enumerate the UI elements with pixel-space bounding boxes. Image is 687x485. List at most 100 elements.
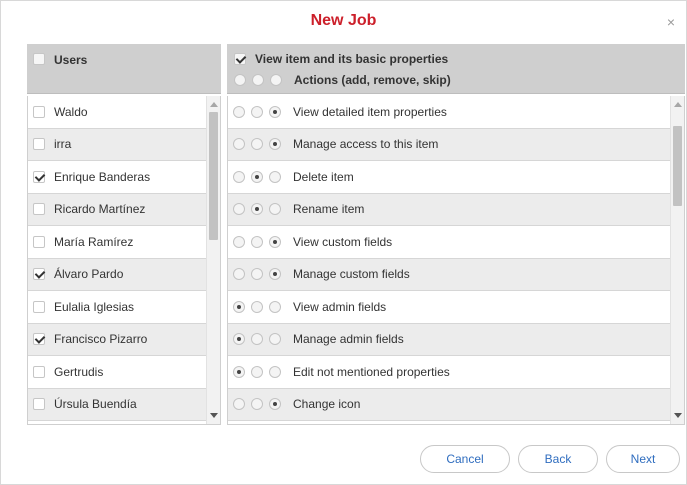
permission-label: Edit not mentioned properties [293, 364, 450, 379]
permission-radio-remove[interactable] [251, 138, 263, 151]
permission-row: View admin fields [228, 291, 684, 324]
scroll-up-icon[interactable] [210, 102, 218, 107]
permission-radio-group [233, 365, 287, 378]
permission-row: Manage access to this item [228, 128, 684, 161]
permission-label: Rename item [293, 202, 365, 217]
permission-row: View detailed item properties [228, 96, 684, 129]
user-checkbox[interactable] [33, 105, 45, 118]
scroll-down-icon[interactable] [210, 413, 218, 418]
permission-radio-skip[interactable] [269, 398, 281, 411]
permission-label: Manage admin fields [293, 332, 404, 347]
user-row[interactable]: Eulalia Iglesias [28, 291, 220, 324]
actions-radio-add[interactable] [234, 74, 246, 86]
permission-radio-skip[interactable] [269, 268, 281, 281]
permission-label: View custom fields [293, 234, 393, 249]
permission-radio-skip[interactable] [269, 365, 281, 378]
permission-radio-group [233, 105, 287, 118]
user-row[interactable]: Úrsula Buendía [28, 388, 220, 421]
user-row[interactable]: María Ramírez [28, 226, 220, 259]
permissions-scrollbar[interactable] [670, 96, 684, 424]
permission-radio-skip[interactable] [269, 300, 281, 313]
user-row[interactable]: Francisco Pizarro [28, 323, 220, 356]
permission-radio-add[interactable] [233, 365, 245, 378]
user-checkbox[interactable] [33, 203, 45, 216]
permission-radio-remove[interactable] [251, 170, 263, 183]
user-row[interactable]: irra [28, 128, 220, 161]
actions-radio-remove[interactable] [252, 74, 264, 86]
permission-row: Rename item [228, 193, 684, 226]
user-checkbox[interactable] [33, 300, 45, 313]
permission-radio-add[interactable] [233, 170, 245, 183]
permission-label: Manage access to this item [293, 137, 439, 152]
permission-radio-group [233, 333, 287, 346]
permission-radio-remove[interactable] [251, 365, 263, 378]
permission-radio-remove[interactable] [251, 333, 263, 346]
user-name: Ricardo Martínez [54, 202, 146, 217]
users-header-label: Users [54, 53, 88, 67]
permission-label: Change icon [293, 397, 361, 412]
user-row[interactable]: Gertrudis [28, 356, 220, 389]
users-scrollbar-thumb[interactable] [209, 112, 218, 240]
permission-radio-add[interactable] [233, 235, 245, 248]
user-name: Gertrudis [54, 364, 104, 379]
permission-radio-skip[interactable] [269, 170, 281, 183]
user-checkbox[interactable] [33, 398, 45, 411]
next-button[interactable]: Next [606, 445, 680, 473]
users-scrollbar[interactable] [206, 96, 220, 424]
permission-row: Manage custom fields [228, 258, 684, 291]
permission-radio-remove[interactable] [251, 300, 263, 313]
permissions-list: View detailed item properties Manage acce… [227, 96, 685, 425]
permission-radio-remove[interactable] [251, 398, 263, 411]
user-row[interactable]: Enrique Banderas [28, 161, 220, 194]
dialog-title: New Job [310, 12, 377, 29]
user-checkbox[interactable] [33, 235, 45, 248]
permission-radio-group [233, 138, 287, 151]
permission-row: Manage admin fields [228, 323, 684, 356]
user-name: Úrsula Buendía [54, 397, 137, 412]
user-checkbox[interactable] [33, 268, 45, 281]
user-row[interactable]: Álvaro Pardo [28, 258, 220, 291]
user-name: María Ramírez [54, 234, 134, 249]
permission-label: View admin fields [293, 299, 387, 314]
back-button[interactable]: Back [518, 445, 598, 473]
permission-radio-add[interactable] [233, 203, 245, 216]
new-job-dialog: New Job × Users Waldo irra Enrique Bandera… [0, 0, 687, 485]
permission-radio-remove[interactable] [251, 268, 263, 281]
permission-row: Edit not mentioned properties [228, 356, 684, 389]
cancel-button[interactable]: Cancel [420, 445, 510, 473]
actions-radio-group [234, 74, 288, 86]
permission-radio-skip[interactable] [269, 203, 281, 216]
permission-radio-group [233, 235, 287, 248]
permission-label: Manage custom fields [293, 267, 410, 282]
permission-radio-remove[interactable] [251, 235, 263, 248]
scroll-down-icon[interactable] [674, 413, 682, 418]
user-checkbox[interactable] [33, 365, 45, 378]
users-select-all-checkbox[interactable] [33, 53, 45, 65]
permission-radio-add[interactable] [233, 333, 245, 346]
permission-radio-add[interactable] [233, 300, 245, 313]
user-row[interactable]: Ricardo Martínez [28, 193, 220, 226]
user-checkbox[interactable] [33, 333, 45, 346]
permission-radio-skip[interactable] [269, 333, 281, 346]
permission-radio-skip[interactable] [269, 235, 281, 248]
permission-radio-skip[interactable] [269, 138, 281, 151]
permissions-scrollbar-thumb[interactable] [673, 126, 682, 206]
user-row[interactable]: Waldo [28, 96, 220, 129]
close-icon[interactable]: × [664, 15, 678, 29]
user-name: Francisco Pizarro [54, 332, 148, 347]
permissions-panel: View item and its basic properties Actio… [227, 44, 685, 425]
user-checkbox[interactable] [33, 170, 45, 183]
view-item-checkbox[interactable] [234, 53, 246, 65]
actions-radio-skip[interactable] [270, 74, 282, 86]
permission-radio-group [233, 268, 287, 281]
permission-radio-group [233, 203, 287, 216]
permission-radio-add[interactable] [233, 398, 245, 411]
scroll-up-icon[interactable] [674, 102, 682, 107]
permission-radio-skip[interactable] [269, 105, 281, 118]
permission-radio-add[interactable] [233, 105, 245, 118]
permission-radio-remove[interactable] [251, 203, 263, 216]
permission-radio-add[interactable] [233, 268, 245, 281]
permission-radio-add[interactable] [233, 138, 245, 151]
permission-radio-remove[interactable] [251, 105, 263, 118]
user-checkbox[interactable] [33, 138, 45, 151]
